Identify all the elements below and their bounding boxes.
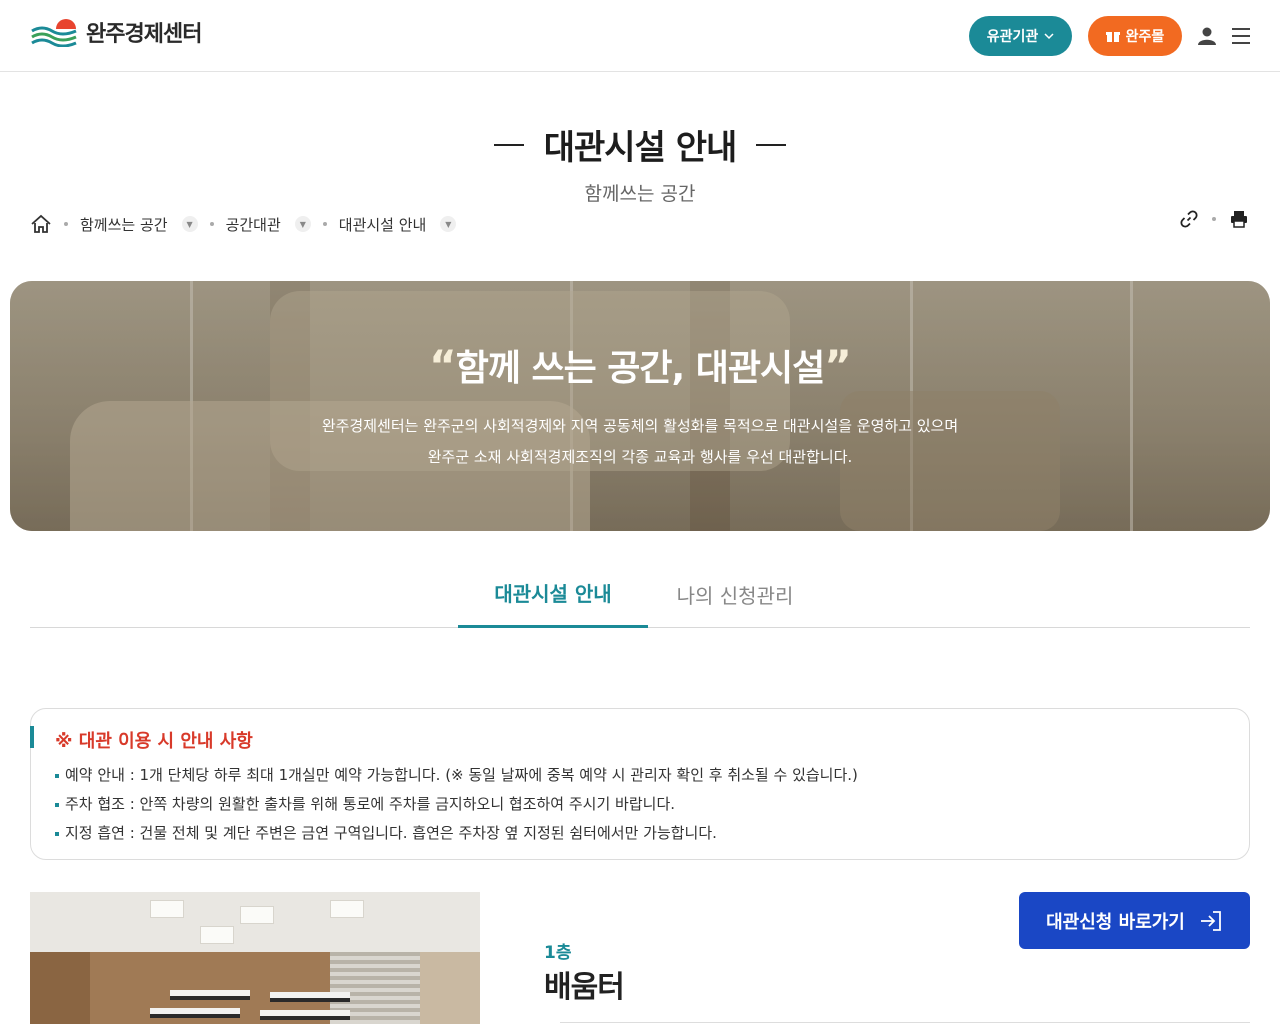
room-divider — [560, 1022, 1250, 1023]
facility-photo — [30, 892, 480, 1024]
hero-overlay — [10, 281, 1270, 531]
caret-down-icon: ▼ — [181, 216, 198, 232]
notice-item: 예약 안내 : 1개 단체당 하루 최대 1개실만 예약 가능합니다. (※ 동… — [55, 761, 858, 790]
facility-room-name: 배움터 — [544, 970, 625, 1005]
tool-separator — [1212, 217, 1216, 221]
photo-ceiling-light — [330, 900, 364, 918]
notice-item-text: 주차 협조 : 안쪽 차량의 원활한 출차를 위해 통로에 주차를 금지하오니 … — [65, 795, 676, 813]
bullet-icon — [55, 773, 59, 778]
notice-item-text: 지정 흡연 : 건물 전체 및 계단 주변은 금연 구역입니다. 흡연은 주차장… — [65, 824, 717, 842]
title-dash-right — [756, 143, 787, 146]
photo-ceiling-light — [200, 926, 234, 944]
photo-desk — [270, 992, 350, 1002]
facility-floor: 1층 — [544, 943, 572, 963]
notice-title: ※ 대관 이용 시 안내 사항 — [55, 731, 253, 752]
site-header: 완주경제센터 유관기관 완주몰 — [0, 0, 1280, 72]
hero-desc-line: 완주경제센터는 완주군의 사회적경제와 지역 공동체의 활성화를 목적으로 대관… — [321, 417, 959, 435]
notice-box: ※ 대관 이용 시 안내 사항 예약 안내 : 1개 단체당 하루 최대 1개실… — [30, 708, 1250, 860]
notice-item: 주차 협조 : 안쪽 차량의 원활한 출차를 위해 통로에 주차를 금지하오니 … — [55, 790, 858, 819]
bullet-icon — [55, 831, 59, 836]
photo-desk — [260, 1010, 350, 1020]
related-org-label: 유관기관 — [986, 29, 1039, 45]
home-icon[interactable] — [30, 214, 52, 234]
breadcrumb-label: 함께쓰는 공간 — [80, 215, 168, 234]
logo-text: 완주경제센터 — [86, 22, 202, 47]
hero-title: “함께 쓰는 공간, 대관시설” — [10, 339, 1270, 391]
logo-mark-icon — [31, 19, 77, 47]
notice-item-text: 예약 안내 : 1개 단체당 하루 최대 1개실만 예약 가능합니다. (※ 동… — [65, 766, 858, 784]
breadcrumb-item-facility-guide[interactable]: 대관시설 안내 ▼ — [339, 214, 457, 235]
hero-desc-line: 완주군 소재 사회적경제조직의 각종 교육과 행사를 우선 대관합니다. — [427, 448, 853, 466]
rental-apply-label: 대관신청 바로가기 — [1046, 911, 1185, 933]
login-arrow-icon — [1200, 910, 1221, 931]
wanju-mall-button[interactable]: 완주몰 — [1088, 16, 1182, 56]
breadcrumb-label: 대관시설 안내 — [338, 215, 427, 234]
tab-my-applications[interactable]: 나의 신청관리 — [660, 560, 810, 628]
page-title: 대관시설 안내 — [493, 120, 787, 169]
breadcrumb-item-space-rental[interactable]: 공간대관 ▼ — [226, 214, 311, 235]
wanju-mall-label: 완주몰 — [1125, 29, 1165, 45]
content-tabs: 대관시설 안내 나의 신청관리 — [30, 560, 1250, 628]
notice-item: 지정 흡연 : 건물 전체 및 계단 주변은 금연 구역입니다. 흡연은 주차장… — [55, 819, 858, 848]
hero-description: 완주경제센터는 완주군의 사회적경제와 지역 공동체의 활성화를 목적으로 대관… — [10, 411, 1270, 473]
gift-icon — [1105, 32, 1120, 42]
notice-accent-bar — [30, 726, 34, 748]
rental-apply-button[interactable]: 대관신청 바로가기 — [1019, 892, 1250, 949]
tab-facility-guide[interactable]: 대관시설 안내 — [458, 560, 648, 628]
hero-title-text: 함께 쓰는 공간, 대관시설 — [455, 348, 825, 389]
notice-list: 예약 안내 : 1개 단체당 하루 최대 1개실만 예약 가능합니다. (※ 동… — [55, 761, 858, 848]
quote-open: “ — [429, 341, 457, 390]
page-subtitle: 함께쓰는 공간 — [584, 183, 696, 205]
photo-ceiling-light — [150, 900, 184, 918]
breadcrumb-separator — [209, 222, 214, 226]
link-icon[interactable] — [1180, 210, 1198, 228]
hamburger-menu-icon[interactable] — [1230, 26, 1252, 46]
photo-ceiling-light — [240, 906, 274, 924]
breadcrumb-separator — [322, 222, 327, 226]
related-org-button[interactable]: 유관기관 — [969, 16, 1072, 56]
quote-close: ” — [824, 341, 852, 390]
breadcrumb-label: 공간대관 — [225, 215, 281, 234]
photo-desk — [170, 990, 250, 1000]
site-logo[interactable]: 완주경제센터 — [30, 16, 202, 48]
page-title-section: 대관시설 안내 함께쓰는 공간 — [0, 120, 1280, 206]
page-title-text: 대관시설 안내 — [543, 128, 738, 168]
caret-down-icon: ▼ — [440, 216, 457, 232]
page-tools — [1180, 210, 1248, 228]
breadcrumb-item-shared-space[interactable]: 함께쓰는 공간 ▼ — [80, 214, 198, 235]
photo-desk — [150, 1008, 240, 1018]
bullet-icon — [55, 802, 59, 807]
user-icon[interactable] — [1197, 26, 1217, 46]
title-dash-left — [493, 143, 524, 146]
print-icon[interactable] — [1230, 210, 1248, 228]
breadcrumb: 함께쓰는 공간 ▼ 공간대관 ▼ 대관시설 안내 ▼ — [30, 212, 457, 236]
chevron-down-icon — [1044, 32, 1054, 39]
caret-down-icon: ▼ — [294, 216, 311, 232]
hero-banner: “함께 쓰는 공간, 대관시설” 완주경제센터는 완주군의 사회적경제와 지역 … — [10, 281, 1270, 531]
breadcrumb-separator — [64, 222, 68, 226]
